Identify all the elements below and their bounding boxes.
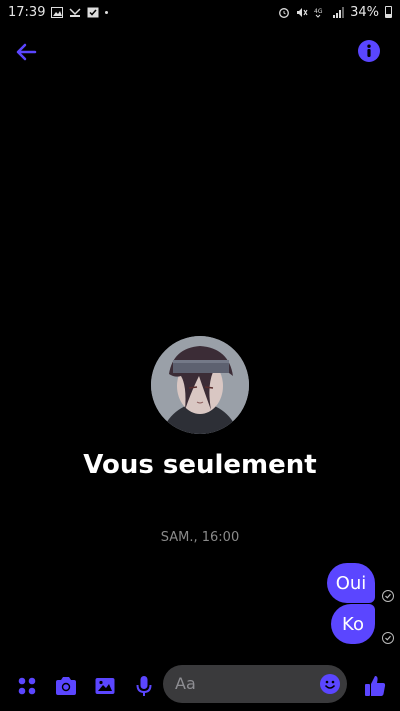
voice-message-button[interactable] [132, 674, 156, 698]
composer-bar: Aa [0, 660, 400, 711]
battery-percent: 34% [350, 4, 379, 20]
emoji-button[interactable] [320, 674, 340, 694]
status-right: 4G 34% [278, 5, 392, 20]
info-icon [367, 44, 371, 57]
arrow-left-icon [16, 43, 37, 61]
checkbox-notification-icon [87, 7, 99, 18]
signal-icon [332, 6, 345, 18]
status-left: 17:39 [8, 4, 109, 20]
conversation-timestamp: SAM., 16:00 [160, 530, 240, 545]
camera-button[interactable] [54, 674, 78, 698]
message-input[interactable]: Aa [163, 665, 347, 703]
like-icon [365, 676, 386, 696]
status-time: 17:39 [8, 4, 46, 20]
emoji-icon [324, 680, 336, 689]
mute-icon [296, 7, 308, 18]
message-text: Oui [335, 572, 367, 594]
battery-icon [385, 6, 392, 18]
like-button[interactable] [362, 674, 388, 698]
avatar[interactable] [151, 336, 249, 434]
missed-call-icon [69, 7, 81, 18]
seen-check-icon [382, 632, 394, 644]
message-bubble[interactable]: Oui [327, 563, 375, 603]
conversation-title: Vous seulement [83, 450, 317, 480]
menu-dots-icon [18, 677, 36, 695]
info-button[interactable] [358, 40, 380, 62]
back-button[interactable] [12, 38, 40, 66]
gallery-icon [95, 678, 115, 694]
conversation-header [0, 30, 400, 74]
gallery-button[interactable] [93, 674, 117, 698]
message-bubble[interactable]: Ko [331, 604, 375, 644]
camera-icon [56, 677, 76, 695]
alarm-icon [278, 7, 290, 18]
more-actions-button[interactable] [15, 674, 39, 698]
message-input-placeholder: Aa [175, 674, 196, 693]
gallery-notification-icon [51, 6, 64, 18]
seen-check-icon [382, 590, 394, 602]
status-bar: 17:39 4G 34% [0, 0, 400, 24]
more-notifications-dot-icon [105, 10, 109, 14]
network-4g-icon: 4G [314, 7, 326, 18]
svg-text:4G: 4G [314, 8, 323, 15]
message-text: Ko [342, 613, 364, 635]
microphone-icon [136, 676, 152, 696]
